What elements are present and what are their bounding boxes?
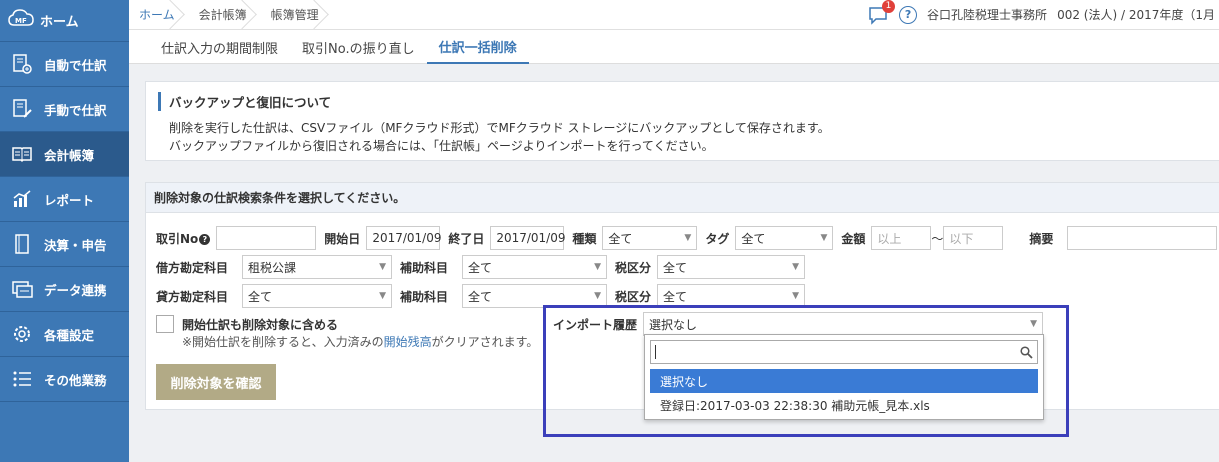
data-link-icon: [10, 277, 34, 301]
sidebar-item-label: 各種設定: [44, 327, 95, 343]
sidebar-item-label: レポート: [44, 192, 95, 208]
sub-account-label: 補助科目: [400, 289, 449, 304]
backup-info-panel: バックアップと復旧について 削除を実行した仕訳は、CSVファイル（MFクラウド形…: [145, 81, 1219, 161]
info-line-1: 削除を実行した仕訳は、CSVファイル（MFクラウド形式）でMFクラウド ストレー…: [169, 121, 830, 135]
import-history-dropdown: 選択なし 登録日:2017-03-03 22:38:30 補助元帳_見本.xls: [644, 334, 1044, 420]
tax-class-label: 税区分: [615, 289, 652, 304]
sidebar: MF ホーム 自動で仕訳 手動で仕訳 会計帳簿 レポート 決算・申告 データ連携…: [0, 0, 129, 462]
import-history-select[interactable]: 選択なし ▼: [643, 312, 1044, 336]
office-name[interactable]: 谷口孔陸税理士事務所: [927, 6, 1047, 23]
subtabs: 仕訳入力の期間制限 取引No.の振り直し 仕訳一括削除: [129, 30, 1219, 64]
memo-label: 摘要: [1029, 231, 1054, 246]
memo-input[interactable]: [1067, 226, 1218, 250]
sidebar-item-label: 手動で仕訳: [44, 102, 107, 118]
chevron-down-icon: ▼: [820, 233, 828, 243]
start-date-input[interactable]: 2017/01/09: [366, 226, 441, 250]
sidebar-item-label: 会計帳簿: [44, 147, 95, 163]
sidebar-item-settlement[interactable]: 決算・申告: [0, 222, 129, 267]
debit-sub-account-select[interactable]: 全て ▼: [462, 255, 607, 279]
confirm-delete-button[interactable]: 削除対象を確認: [156, 364, 276, 400]
debit-account-label: 借方勘定科目: [156, 260, 229, 275]
tag-select[interactable]: 全て ▼: [735, 226, 834, 250]
chevron-down-icon: ▼: [684, 233, 692, 243]
report-chart-icon: [10, 187, 34, 211]
search-heading: 削除対象の仕訳検索条件を選択してください。: [146, 183, 1219, 213]
tag-label: タグ: [705, 231, 730, 246]
opening-note: ※開始仕訳を削除すると、入力済みの 開始残高 がクリアされます。: [182, 333, 539, 350]
start-date-label: 開始日: [324, 231, 361, 246]
credit-account-label: 貸方勘定科目: [156, 289, 229, 304]
tab-renumber[interactable]: 取引No.の振り直し: [290, 30, 427, 64]
sidebar-item-label: データ連携: [44, 282, 107, 298]
opening-balance-link[interactable]: 開始残高: [384, 333, 432, 350]
kind-select[interactable]: 全て ▼: [602, 226, 698, 250]
book-icon: [10, 142, 34, 166]
manual-journal-icon: [10, 97, 34, 121]
help-button[interactable]: ?: [899, 5, 918, 24]
tax-class-label: 税区分: [615, 260, 652, 275]
auto-journal-icon: [10, 52, 34, 76]
tab-period-limit[interactable]: 仕訳入力の期間制限: [149, 30, 290, 64]
search-icon: [1020, 345, 1033, 359]
help-icon: ?: [904, 8, 912, 21]
sidebar-item-books[interactable]: 会計帳簿: [0, 132, 129, 177]
sidebar-item-label: 決算・申告: [44, 237, 107, 253]
notification-badge: 1: [882, 0, 896, 13]
sidebar-item-auto-journal[interactable]: 自動で仕訳: [0, 42, 129, 87]
credit-tax-select[interactable]: 全て ▼: [657, 284, 806, 308]
header: ホーム 会計帳簿 帳簿管理 1 ? 谷口孔陸税理士事務所 002 (法人) / …: [129, 0, 1219, 30]
chevron-down-icon: ▼: [379, 291, 386, 301]
breadcrumb-books[interactable]: 会計帳簿: [189, 0, 261, 30]
dropdown-option[interactable]: 登録日:2017-03-03 22:38:30 補助元帳_見本.xls: [650, 393, 1038, 417]
dropdown-search-input[interactable]: [650, 340, 1038, 364]
amount-min-input[interactable]: 以上: [871, 226, 932, 250]
credit-sub-account-select[interactable]: 全て ▼: [462, 284, 607, 308]
amount-max-input[interactable]: 以下: [943, 226, 1004, 250]
tab-bulk-delete[interactable]: 仕訳一括削除: [426, 30, 529, 64]
sidebar-home[interactable]: MF ホーム: [0, 0, 129, 42]
sidebar-item-label: その他業務: [44, 372, 107, 388]
trade-no-input[interactable]: [216, 226, 317, 250]
chevron-down-icon: ▼: [1030, 319, 1038, 329]
kind-label: 種類: [572, 231, 597, 246]
end-date-label: 終了日: [448, 231, 485, 246]
sidebar-item-manual-journal[interactable]: 手動で仕訳: [0, 87, 129, 132]
include-opening-label: 開始仕訳も削除対象に含める: [182, 317, 339, 332]
notification-button[interactable]: 1: [867, 0, 896, 26]
client-info[interactable]: 002 (法人) / 2017年度（1月: [1057, 6, 1215, 23]
list-icon: [10, 367, 34, 391]
chevron-down-icon: ▼: [792, 262, 800, 272]
svg-text:MF: MF: [15, 17, 27, 25]
help-small-icon[interactable]: ?: [199, 233, 211, 245]
mf-cloud-logo-icon: MF: [8, 9, 34, 32]
chevron-down-icon: ▼: [379, 262, 386, 272]
breadcrumb-book-management: 帳簿管理: [261, 0, 333, 30]
info-title: バックアップと復旧について: [158, 92, 1212, 111]
info-line-2: バックアップファイルから復旧される場合には、「仕訳帳」ページよりインポートを行っ…: [169, 139, 714, 153]
credit-account-select[interactable]: 全て ▼: [242, 284, 392, 308]
sidebar-item-data-link[interactable]: データ連携: [0, 267, 129, 312]
sidebar-item-settings[interactable]: 各種設定: [0, 312, 129, 357]
sub-account-label: 補助科目: [400, 260, 449, 275]
sidebar-item-other[interactable]: その他業務: [0, 357, 129, 402]
import-history-label: インポート履歴: [553, 317, 638, 332]
amount-label: 金額: [841, 231, 866, 246]
sidebar-item-label: 自動で仕訳: [44, 57, 107, 73]
sidebar-home-label: ホーム: [40, 15, 79, 30]
dropdown-option[interactable]: 選択なし: [650, 369, 1038, 393]
include-opening-checkbox[interactable]: [156, 315, 174, 333]
chevron-down-icon: ▼: [594, 262, 601, 272]
breadcrumb-home[interactable]: ホーム: [129, 0, 189, 30]
debit-tax-select[interactable]: 全て ▼: [657, 255, 806, 279]
sidebar-item-report[interactable]: レポート: [0, 177, 129, 222]
settlement-icon: [10, 232, 34, 256]
gear-icon: [10, 322, 34, 346]
chevron-down-icon: ▼: [594, 291, 601, 301]
end-date-input[interactable]: 2017/01/09: [490, 226, 566, 250]
chevron-down-icon: ▼: [792, 291, 800, 301]
amount-separator: 〜: [931, 231, 944, 246]
debit-account-select[interactable]: 租税公課 ▼: [242, 255, 392, 279]
trade-no-label: 取引No?: [156, 230, 211, 247]
